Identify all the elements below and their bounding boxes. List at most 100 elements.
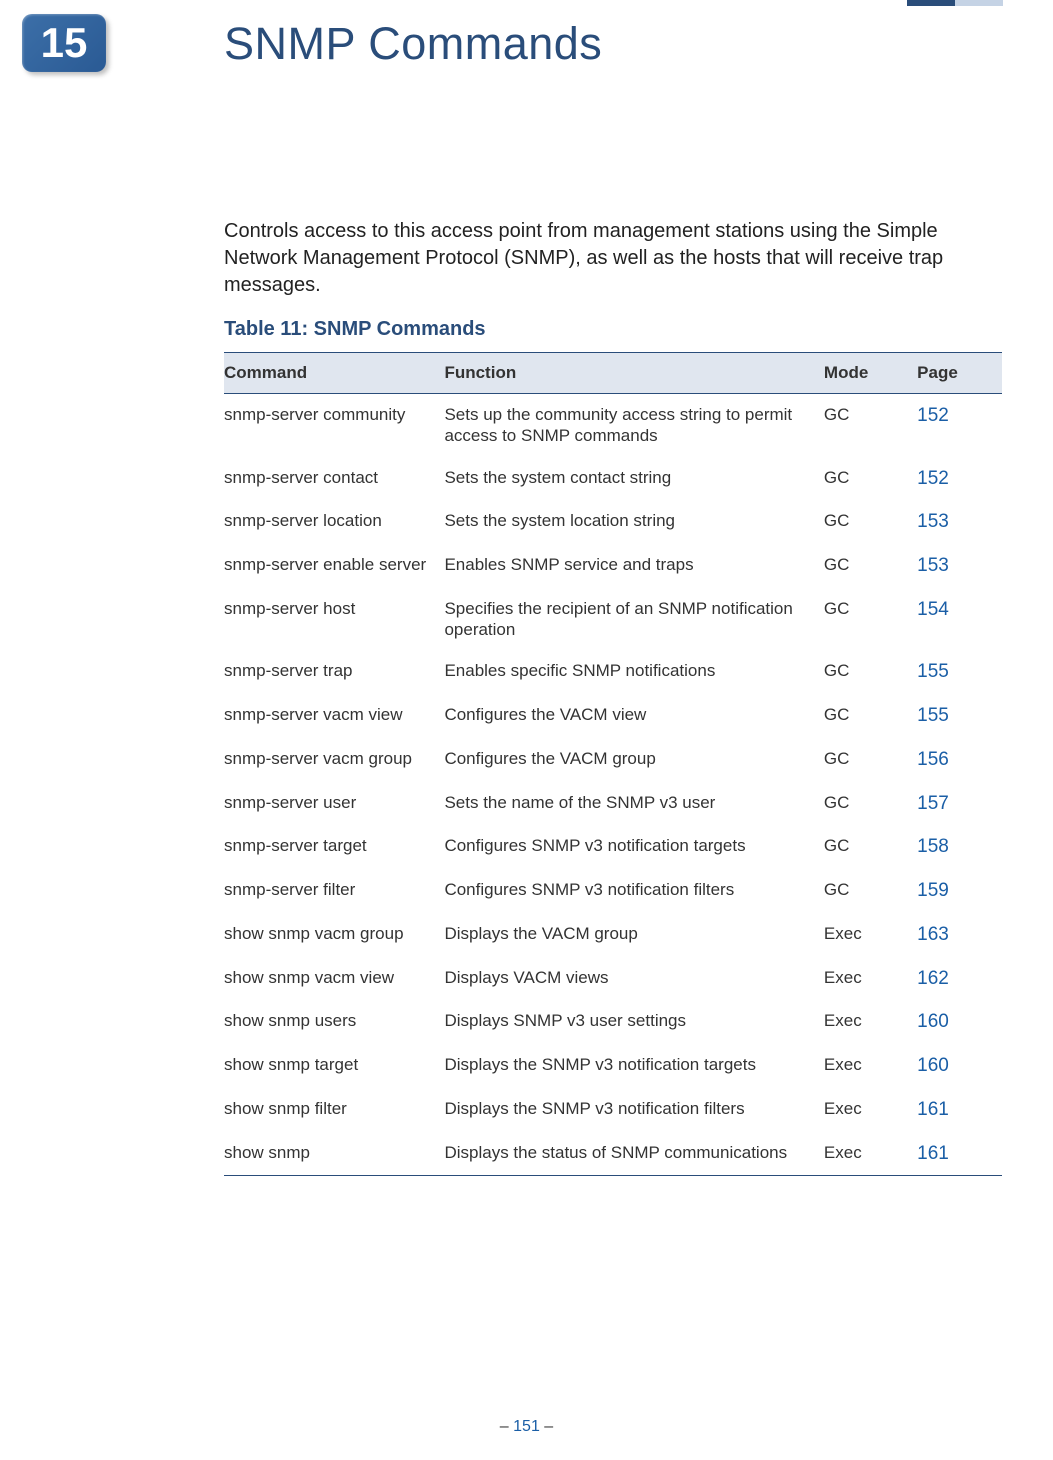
page-link[interactable]: 155 — [917, 661, 949, 682]
cell-mode: Exec — [824, 1088, 917, 1132]
cell-function: Configures SNMP v3 notification filters — [444, 869, 823, 913]
cell-page: 152 — [917, 457, 1002, 501]
cell-page: 153 — [917, 500, 1002, 544]
cell-mode: GC — [824, 544, 917, 588]
cell-command: snmp-server vacm view — [224, 694, 444, 738]
table-caption: Table 11: SNMP Commands — [224, 318, 486, 341]
table-row: snmp-server hostSpecifies the recipient … — [224, 588, 1002, 651]
cell-command: snmp-server contact — [224, 457, 444, 501]
cell-command: show snmp filter — [224, 1088, 444, 1132]
header-command: Command — [224, 353, 444, 394]
page-link[interactable]: 152 — [917, 468, 949, 489]
cell-page: 157 — [917, 782, 1002, 826]
cell-page: 163 — [917, 913, 1002, 957]
cell-function: Configures the VACM view — [444, 694, 823, 738]
cell-page: 155 — [917, 694, 1002, 738]
page-link[interactable]: 161 — [917, 1143, 949, 1164]
cell-mode: GC — [824, 588, 917, 651]
cell-page: 158 — [917, 825, 1002, 869]
table-row: show snmp usersDisplays SNMP v3 user set… — [224, 1000, 1002, 1044]
cell-mode: Exec — [824, 1132, 917, 1176]
table-row: snmp-server targetConfigures SNMP v3 not… — [224, 825, 1002, 869]
cell-command: show snmp vacm group — [224, 913, 444, 957]
cell-command: snmp-server trap — [224, 650, 444, 694]
page-link[interactable]: 153 — [917, 511, 949, 532]
table-row: snmp-server communitySets up the communi… — [224, 394, 1002, 457]
cell-function: Sets up the community access string to p… — [444, 394, 823, 457]
table-row: snmp-server filterConfigures SNMP v3 not… — [224, 869, 1002, 913]
cell-page: 154 — [917, 588, 1002, 651]
page-link[interactable]: 159 — [917, 880, 949, 901]
page-link[interactable]: 161 — [917, 1099, 949, 1120]
chapter-number: 15 — [41, 19, 88, 67]
cell-function: Configures SNMP v3 notification targets — [444, 825, 823, 869]
table-row: show snmp targetDisplays the SNMP v3 not… — [224, 1044, 1002, 1088]
cell-mode: GC — [824, 457, 917, 501]
page-link[interactable]: 157 — [917, 793, 949, 814]
page-link[interactable]: 162 — [917, 968, 949, 989]
table-row: snmp-server enable serverEnables SNMP se… — [224, 544, 1002, 588]
cell-page: 155 — [917, 650, 1002, 694]
cell-page: 162 — [917, 957, 1002, 1001]
cell-function: Enables SNMP service and traps — [444, 544, 823, 588]
snmp-commands-table: Command Function Mode Page snmp-server c… — [224, 352, 1002, 1176]
table-row: snmp-server contactSets the system conta… — [224, 457, 1002, 501]
table-row: show snmp vacm viewDisplays VACM viewsEx… — [224, 957, 1002, 1001]
cell-page: 160 — [917, 1000, 1002, 1044]
footer-page-number: 151 — [513, 1418, 540, 1435]
cell-command: snmp-server host — [224, 588, 444, 651]
cell-mode: GC — [824, 394, 917, 457]
table-header-row: Command Function Mode Page — [224, 353, 1002, 394]
page-link[interactable]: 154 — [917, 599, 949, 620]
header-mode: Mode — [824, 353, 917, 394]
cell-function: Sets the system location string — [444, 500, 823, 544]
cell-mode: Exec — [824, 1000, 917, 1044]
cell-mode: GC — [824, 694, 917, 738]
cell-function: Enables specific SNMP notifications — [444, 650, 823, 694]
chapter-number-badge: 15 — [22, 14, 106, 72]
page-link[interactable]: 155 — [917, 705, 949, 726]
header-function: Function — [444, 353, 823, 394]
cell-mode: GC — [824, 500, 917, 544]
cell-command: show snmp target — [224, 1044, 444, 1088]
cell-page: 152 — [917, 394, 1002, 457]
page-link[interactable]: 152 — [917, 405, 949, 426]
footer-dash-left: – — [500, 1418, 513, 1435]
cell-mode: GC — [824, 782, 917, 826]
cell-mode: GC — [824, 869, 917, 913]
table-row: snmp-server userSets the name of the SNM… — [224, 782, 1002, 826]
cell-command: snmp-server community — [224, 394, 444, 457]
cell-command: show snmp — [224, 1132, 444, 1176]
cell-function: Displays VACM views — [444, 957, 823, 1001]
cell-mode: Exec — [824, 957, 917, 1001]
cell-command: snmp-server target — [224, 825, 444, 869]
footer-dash-right: – — [540, 1418, 553, 1435]
cell-function: Sets the system contact string — [444, 457, 823, 501]
page-footer: – 151 – — [0, 1418, 1053, 1436]
cell-page: 159 — [917, 869, 1002, 913]
cell-mode: GC — [824, 738, 917, 782]
cell-command: show snmp vacm view — [224, 957, 444, 1001]
cell-command: snmp-server filter — [224, 869, 444, 913]
cell-function: Specifies the recipient of an SNMP notif… — [444, 588, 823, 651]
table-row: show snmp filterDisplays the SNMP v3 not… — [224, 1088, 1002, 1132]
table-row: snmp-server trapEnables specific SNMP no… — [224, 650, 1002, 694]
cell-page: 160 — [917, 1044, 1002, 1088]
page-link[interactable]: 160 — [917, 1055, 949, 1076]
cell-mode: GC — [824, 650, 917, 694]
chapter-title: SNMP Commands — [224, 18, 602, 70]
table-row: snmp-server locationSets the system loca… — [224, 500, 1002, 544]
page-link[interactable]: 163 — [917, 924, 949, 945]
table-row: show snmpDisplays the status of SNMP com… — [224, 1132, 1002, 1176]
page-link[interactable]: 153 — [917, 555, 949, 576]
intro-paragraph: Controls access to this access point fro… — [224, 218, 1002, 299]
cell-command: snmp-server location — [224, 500, 444, 544]
page-link[interactable]: 156 — [917, 749, 949, 770]
cell-function: Displays the SNMP v3 notification target… — [444, 1044, 823, 1088]
header-accent-light — [955, 0, 1003, 6]
cell-function: Configures the VACM group — [444, 738, 823, 782]
cell-function: Displays the VACM group — [444, 913, 823, 957]
page-link[interactable]: 158 — [917, 836, 949, 857]
cell-mode: Exec — [824, 1044, 917, 1088]
page-link[interactable]: 160 — [917, 1011, 949, 1032]
